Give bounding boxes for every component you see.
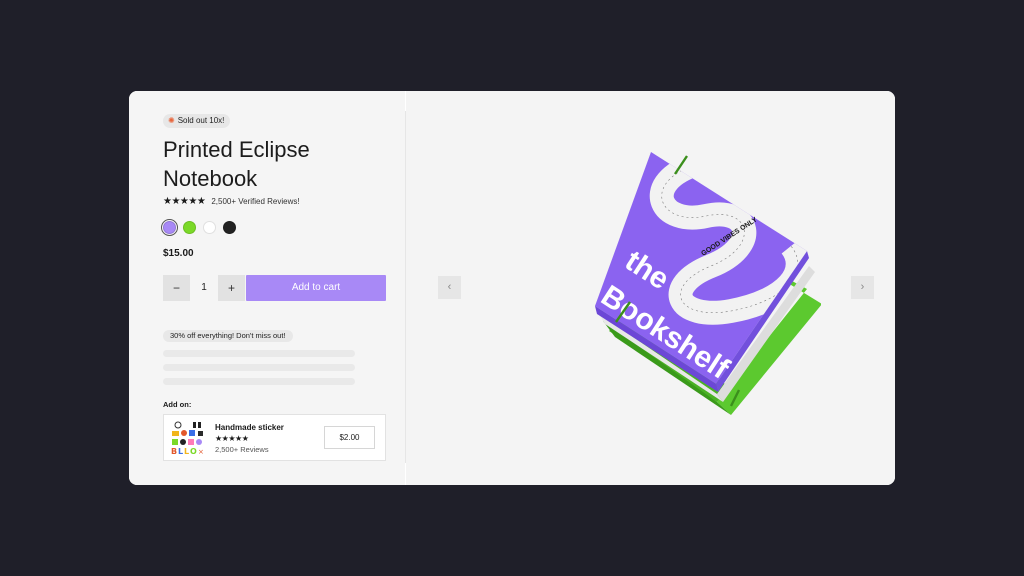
svg-text:O: O bbox=[190, 447, 197, 456]
svg-text:L: L bbox=[178, 447, 183, 456]
addon-item[interactable]: B L L O × Handmade sticker ★★★★★ 2,500+ … bbox=[163, 414, 386, 461]
addon-stars-icon: ★★★★★ bbox=[215, 434, 249, 443]
sold-out-badge: ✺ Sold out 10x! bbox=[163, 114, 231, 128]
product-details-panel: ✺ Sold out 10x! Printed Eclipse Notebook… bbox=[129, 91, 405, 485]
chevron-left-icon[interactable]: ‹ bbox=[438, 276, 461, 299]
addon-reviews: 2,500+ Reviews bbox=[215, 445, 269, 454]
reviews-count: 2,500+ Verified Reviews! bbox=[211, 197, 300, 206]
notebook-product-image: the Bookshelf GOOD VIBES ONLY bbox=[595, 152, 821, 415]
svg-text:×: × bbox=[198, 448, 204, 456]
product-price: $15.00 bbox=[163, 248, 194, 259]
color-swatches bbox=[161, 219, 236, 236]
text-placeholder bbox=[163, 378, 355, 385]
addon-price-button[interactable]: $2.00 bbox=[324, 426, 375, 449]
sticker-thumbnail-image: B L L O × bbox=[168, 419, 206, 457]
decrement-button[interactable]: − bbox=[163, 275, 190, 301]
swatch-purple[interactable] bbox=[161, 219, 178, 236]
add-to-cart-button[interactable]: Add to cart bbox=[246, 275, 386, 301]
badge-text: Sold out 10x! bbox=[177, 116, 225, 125]
swatch-white[interactable] bbox=[203, 221, 216, 234]
product-card: ✺ Sold out 10x! Printed Eclipse Notebook… bbox=[129, 91, 895, 485]
text-placeholder bbox=[163, 364, 355, 371]
swatch-green[interactable] bbox=[183, 221, 196, 234]
rating-stars-icon: ★★★★★ bbox=[163, 196, 206, 207]
swatch-black[interactable] bbox=[223, 221, 236, 234]
text-placeholder bbox=[163, 350, 355, 357]
quantity-value[interactable]: 1 bbox=[190, 275, 218, 301]
svg-text:B: B bbox=[171, 447, 177, 456]
addon-section-label: Add on: bbox=[163, 400, 192, 409]
product-title: Printed Eclipse Notebook bbox=[163, 137, 310, 191]
product-rating: ★★★★★ 2,500+ Verified Reviews! bbox=[163, 196, 300, 207]
addon-name: Handmade sticker bbox=[215, 423, 284, 432]
quantity-stepper: − 1 + bbox=[163, 275, 245, 301]
chevron-right-icon[interactable]: › bbox=[851, 276, 874, 299]
increment-button[interactable]: + bbox=[218, 275, 245, 301]
product-gallery: ‹ › the Bookshelf GOOD VIBES ONLY bbox=[406, 91, 895, 485]
sparkle-icon: ✺ bbox=[168, 116, 175, 125]
promo-badge: 30% off everything! Don't miss out! bbox=[163, 330, 293, 342]
svg-text:L: L bbox=[184, 447, 189, 456]
